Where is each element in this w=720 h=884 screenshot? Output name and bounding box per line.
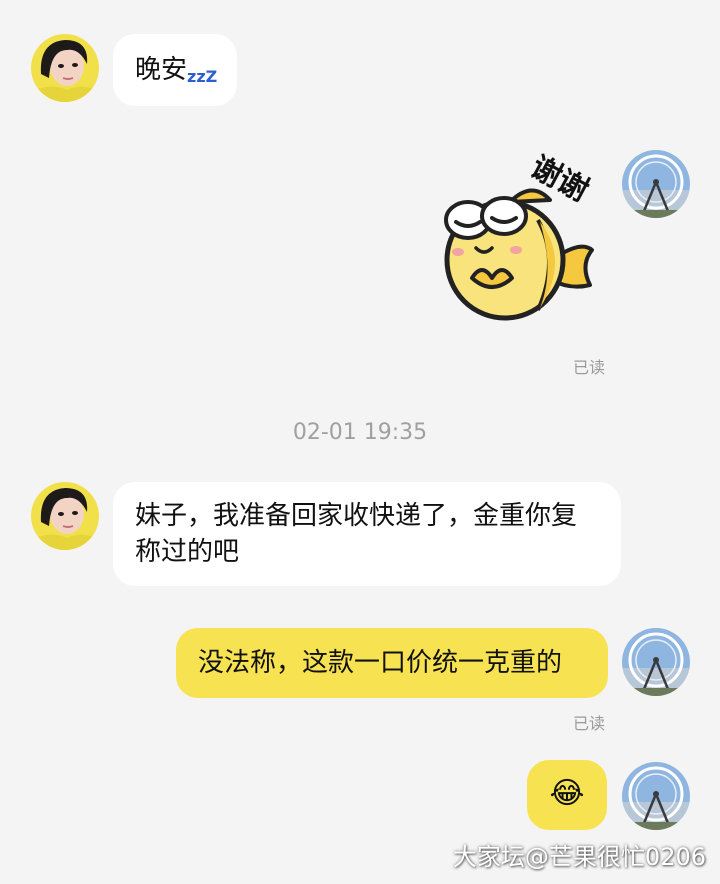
message-bubble-goodnight[interactable]: 晚安zzZ [113,34,237,106]
yellow-fish-sticker[interactable]: 谢谢 [420,150,610,340]
my-avatar[interactable] [622,150,690,218]
message-text: 晚安 [135,55,188,85]
my-avatar[interactable] [622,628,690,696]
contact-avatar[interactable] [31,482,99,550]
message-bubble-emoji[interactable]: 😂 [527,760,607,830]
laughing-crying-icon: 😂 [549,776,585,811]
read-status: 已读 [573,714,606,733]
message-bubble-reply[interactable]: 没法称，这款一口价统一克重的 [176,628,608,698]
message-bubble-question[interactable]: 妹子，我准备回家收快递了，金重你复称过的吧 [113,482,621,586]
timestamp: 02-01 19:35 [292,420,428,445]
message-text: 没法称，这款一口价统一克重的 [198,648,563,678]
watermark: 大家坛@芒果很忙0206 [452,843,706,871]
zzz-icon: zzZ [187,67,218,86]
message-text: 妹子，我准备回家收快递了，金重你复称过的吧 [135,501,578,567]
my-avatar[interactable] [622,762,690,830]
contact-avatar[interactable] [31,34,99,102]
read-status: 已读 [573,358,606,377]
